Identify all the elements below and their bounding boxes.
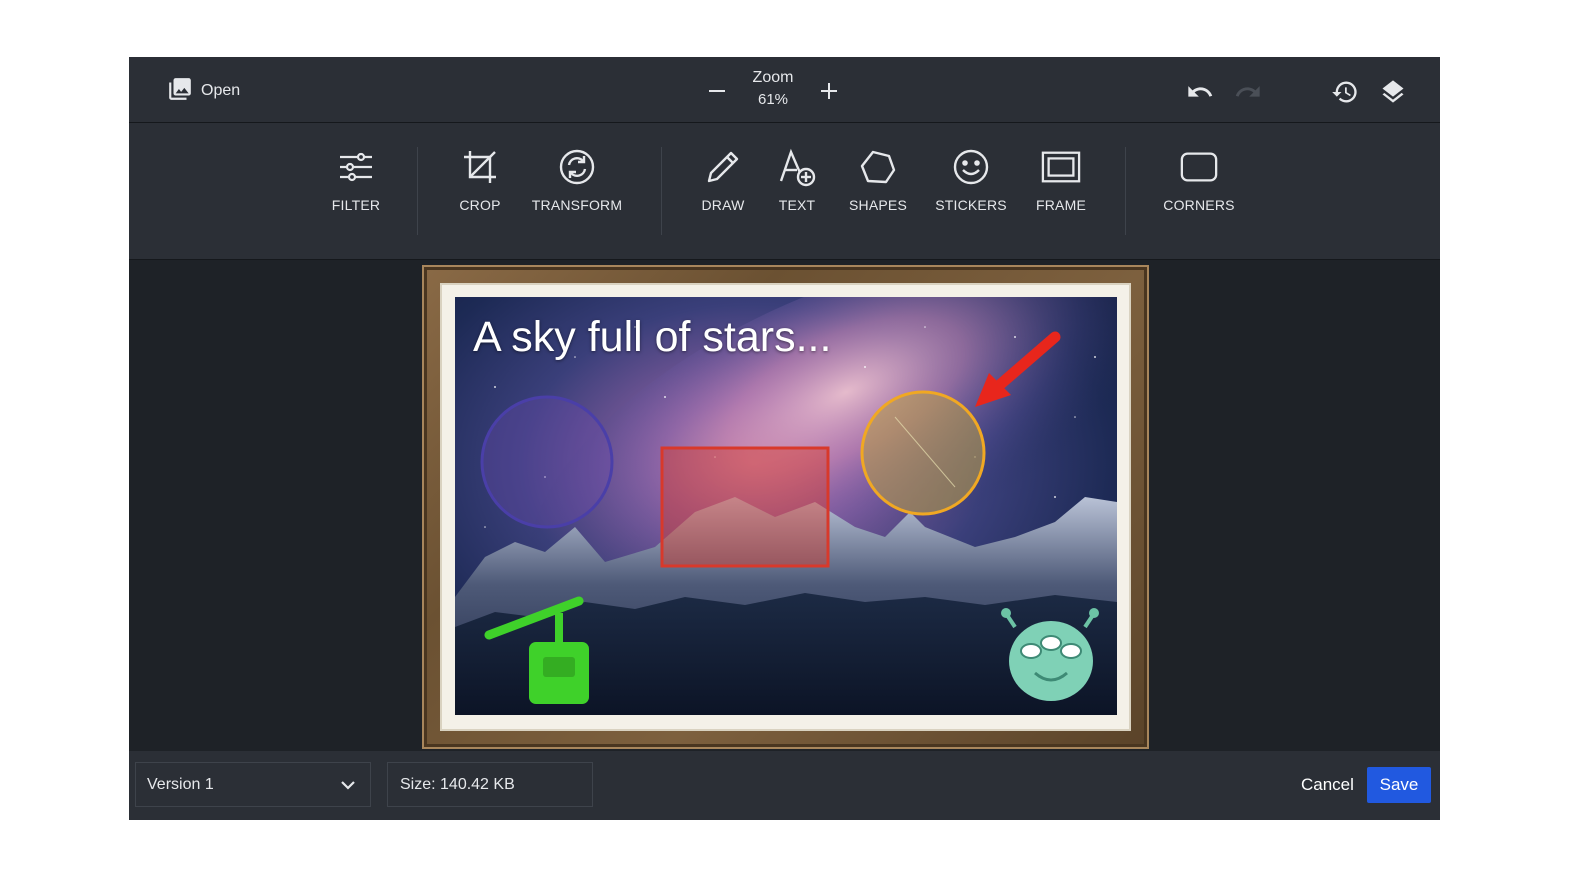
tool-crop[interactable]: CROP <box>425 147 535 213</box>
tool-text-label: TEXT <box>778 197 816 213</box>
alien-sticker[interactable] <box>1001 608 1099 701</box>
tool-transform[interactable]: TRANSFORM <box>522 147 632 213</box>
version-select[interactable]: Version 1 <box>135 762 371 807</box>
image-editor: Open Zoom 61% FILTER CROP TRANSFORM DRAW… <box>129 57 1440 820</box>
version-value: Version 1 <box>147 775 214 793</box>
chevron-down-icon <box>341 781 355 790</box>
zoom-out-button[interactable] <box>703 77 731 105</box>
text-add-icon <box>777 147 817 187</box>
red-rectangle-shape[interactable] <box>660 446 830 568</box>
frame-mat: A sky full of stars... <box>440 283 1131 731</box>
rotate-icon <box>557 147 597 187</box>
canvas-area: A sky full of stars... <box>129 260 1440 751</box>
purple-circle-shape[interactable] <box>480 395 614 529</box>
smiley-icon <box>951 147 991 187</box>
zoom-label: Zoom <box>752 69 794 86</box>
frame-icon <box>1041 147 1081 187</box>
tool-filter[interactable]: FILTER <box>301 147 411 213</box>
tool-filter-label: FILTER <box>331 197 381 213</box>
red-arrow-shape[interactable] <box>975 331 1061 407</box>
redo-icon <box>1235 86 1260 97</box>
toolbar-divider <box>661 147 662 235</box>
tool-frame-label: FRAME <box>1036 197 1086 213</box>
canvas-text-layer[interactable]: A sky full of stars... <box>473 313 831 362</box>
top-bar: Open Zoom 61% <box>129 57 1440 123</box>
tool-shapes-label: SHAPES <box>849 197 907 213</box>
layers-button[interactable] <box>1378 77 1408 107</box>
tool-draw-label: DRAW <box>701 197 745 213</box>
rounded-rect-icon <box>1179 147 1219 187</box>
history-icon <box>1332 81 1357 103</box>
tool-stickers-label: STICKERS <box>935 197 1007 213</box>
save-button[interactable]: Save <box>1367 767 1431 803</box>
tool-crop-label: CROP <box>459 197 501 213</box>
file-size-display: Size: 140.42 KB <box>387 762 593 807</box>
undo-icon <box>1188 86 1213 97</box>
open-label: Open <box>201 82 241 99</box>
shapes-icon <box>858 147 898 187</box>
tool-transform-label: TRANSFORM <box>531 197 623 213</box>
plus-icon <box>821 83 837 99</box>
undo-button[interactable] <box>1185 77 1215 107</box>
zoom-value: 61% <box>757 91 789 108</box>
zoom-indicator: Zoom 61% <box>731 67 815 111</box>
cable-car-sticker[interactable] <box>484 596 589 704</box>
minus-icon <box>709 90 725 92</box>
layers-icon <box>1382 80 1404 103</box>
file-size-text: Size: 140.42 KB <box>400 775 515 793</box>
tool-corners-label: CORNERS <box>1163 197 1235 213</box>
tool-corners[interactable]: CORNERS <box>1144 147 1254 213</box>
image-frame: A sky full of stars... <box>422 265 1149 749</box>
yellow-circle-shape[interactable] <box>860 390 986 516</box>
toolbar-divider <box>1125 147 1126 235</box>
history-button[interactable] <box>1330 77 1360 107</box>
tool-bar: FILTER CROP TRANSFORM DRAW TEXT SHAPES S… <box>129 123 1440 260</box>
open-button[interactable]: Open <box>167 77 240 105</box>
edited-image[interactable]: A sky full of stars... <box>455 297 1117 715</box>
toolbar-divider <box>417 147 418 235</box>
pencil-icon <box>703 147 743 187</box>
sliders-icon <box>336 147 376 187</box>
crop-icon <box>460 147 500 187</box>
cancel-button[interactable]: Cancel <box>1301 767 1354 803</box>
redo-button[interactable] <box>1233 77 1263 107</box>
zoom-in-button[interactable] <box>815 77 843 105</box>
tool-frame[interactable]: FRAME <box>1006 147 1116 213</box>
image-gallery-icon <box>167 76 193 107</box>
bottom-bar: Version 1 Size: 140.42 KB Cancel Save <box>129 751 1440 820</box>
